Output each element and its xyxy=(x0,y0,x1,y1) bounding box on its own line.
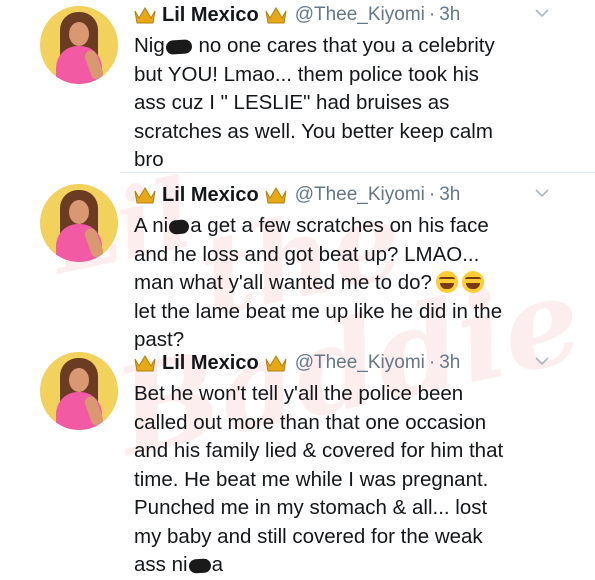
crown-icon xyxy=(265,187,287,204)
tweet-header: Lil Mexico @Thee_Kiyomi · 3h xyxy=(134,182,460,208)
tweet-header: Lil Mexico @Thee_Kiyomi · 3h xyxy=(134,2,460,28)
text-part: no one cares that you a celebrity but YO… xyxy=(134,34,495,171)
crown-icon xyxy=(134,355,156,372)
censor-scribble xyxy=(165,38,193,55)
avatar[interactable] xyxy=(40,184,118,262)
chevron-down-icon[interactable] xyxy=(535,188,549,198)
user-handle[interactable]: @Thee_Kiyomi xyxy=(295,352,425,374)
divider xyxy=(120,172,595,173)
text-part: A ni xyxy=(134,214,169,237)
timestamp[interactable]: 3h xyxy=(439,4,460,26)
crown-icon xyxy=(265,355,287,372)
text-part: let the lame beat me up like he did in t… xyxy=(134,299,503,352)
text-part: Nig xyxy=(134,34,165,57)
avatar-face xyxy=(69,368,89,392)
tweet-text: Bet he won't tell y'all the police been … xyxy=(134,380,574,580)
censor-scribble xyxy=(168,218,190,235)
separator: · xyxy=(428,184,436,205)
avatar-face xyxy=(69,22,89,46)
avatar[interactable] xyxy=(40,6,118,84)
tweet-text: Nig no one cares that you a celebrity bu… xyxy=(134,32,574,175)
text-part: a xyxy=(211,553,223,576)
display-name[interactable]: Lil Mexico xyxy=(162,352,259,375)
censor-scribble xyxy=(188,557,212,574)
crown-icon xyxy=(134,7,156,24)
crown-icon xyxy=(265,7,287,24)
text-part: Bet he won't tell y'all the police been … xyxy=(134,382,504,576)
chevron-down-icon[interactable] xyxy=(535,356,549,366)
tweet-text: A ni a get a few scratches on his face an… xyxy=(134,212,574,355)
separator: · xyxy=(428,352,436,373)
timestamp[interactable]: 3h xyxy=(439,184,460,206)
tears-of-joy-emoji xyxy=(461,271,484,293)
display-name[interactable]: Lil Mexico xyxy=(162,4,259,27)
tweet-header: Lil Mexico @Thee_Kiyomi · 3h xyxy=(134,350,460,376)
avatar-face xyxy=(69,200,89,224)
separator: · xyxy=(428,4,436,25)
chevron-down-icon[interactable] xyxy=(535,8,549,18)
display-name[interactable]: Lil Mexico xyxy=(162,184,259,207)
crown-icon xyxy=(134,187,156,204)
tears-of-joy-emoji xyxy=(435,271,458,293)
timestamp[interactable]: 3h xyxy=(439,352,460,374)
user-handle[interactable]: @Thee_Kiyomi xyxy=(295,4,425,26)
avatar[interactable] xyxy=(40,352,118,430)
user-handle[interactable]: @Thee_Kiyomi xyxy=(295,184,425,206)
